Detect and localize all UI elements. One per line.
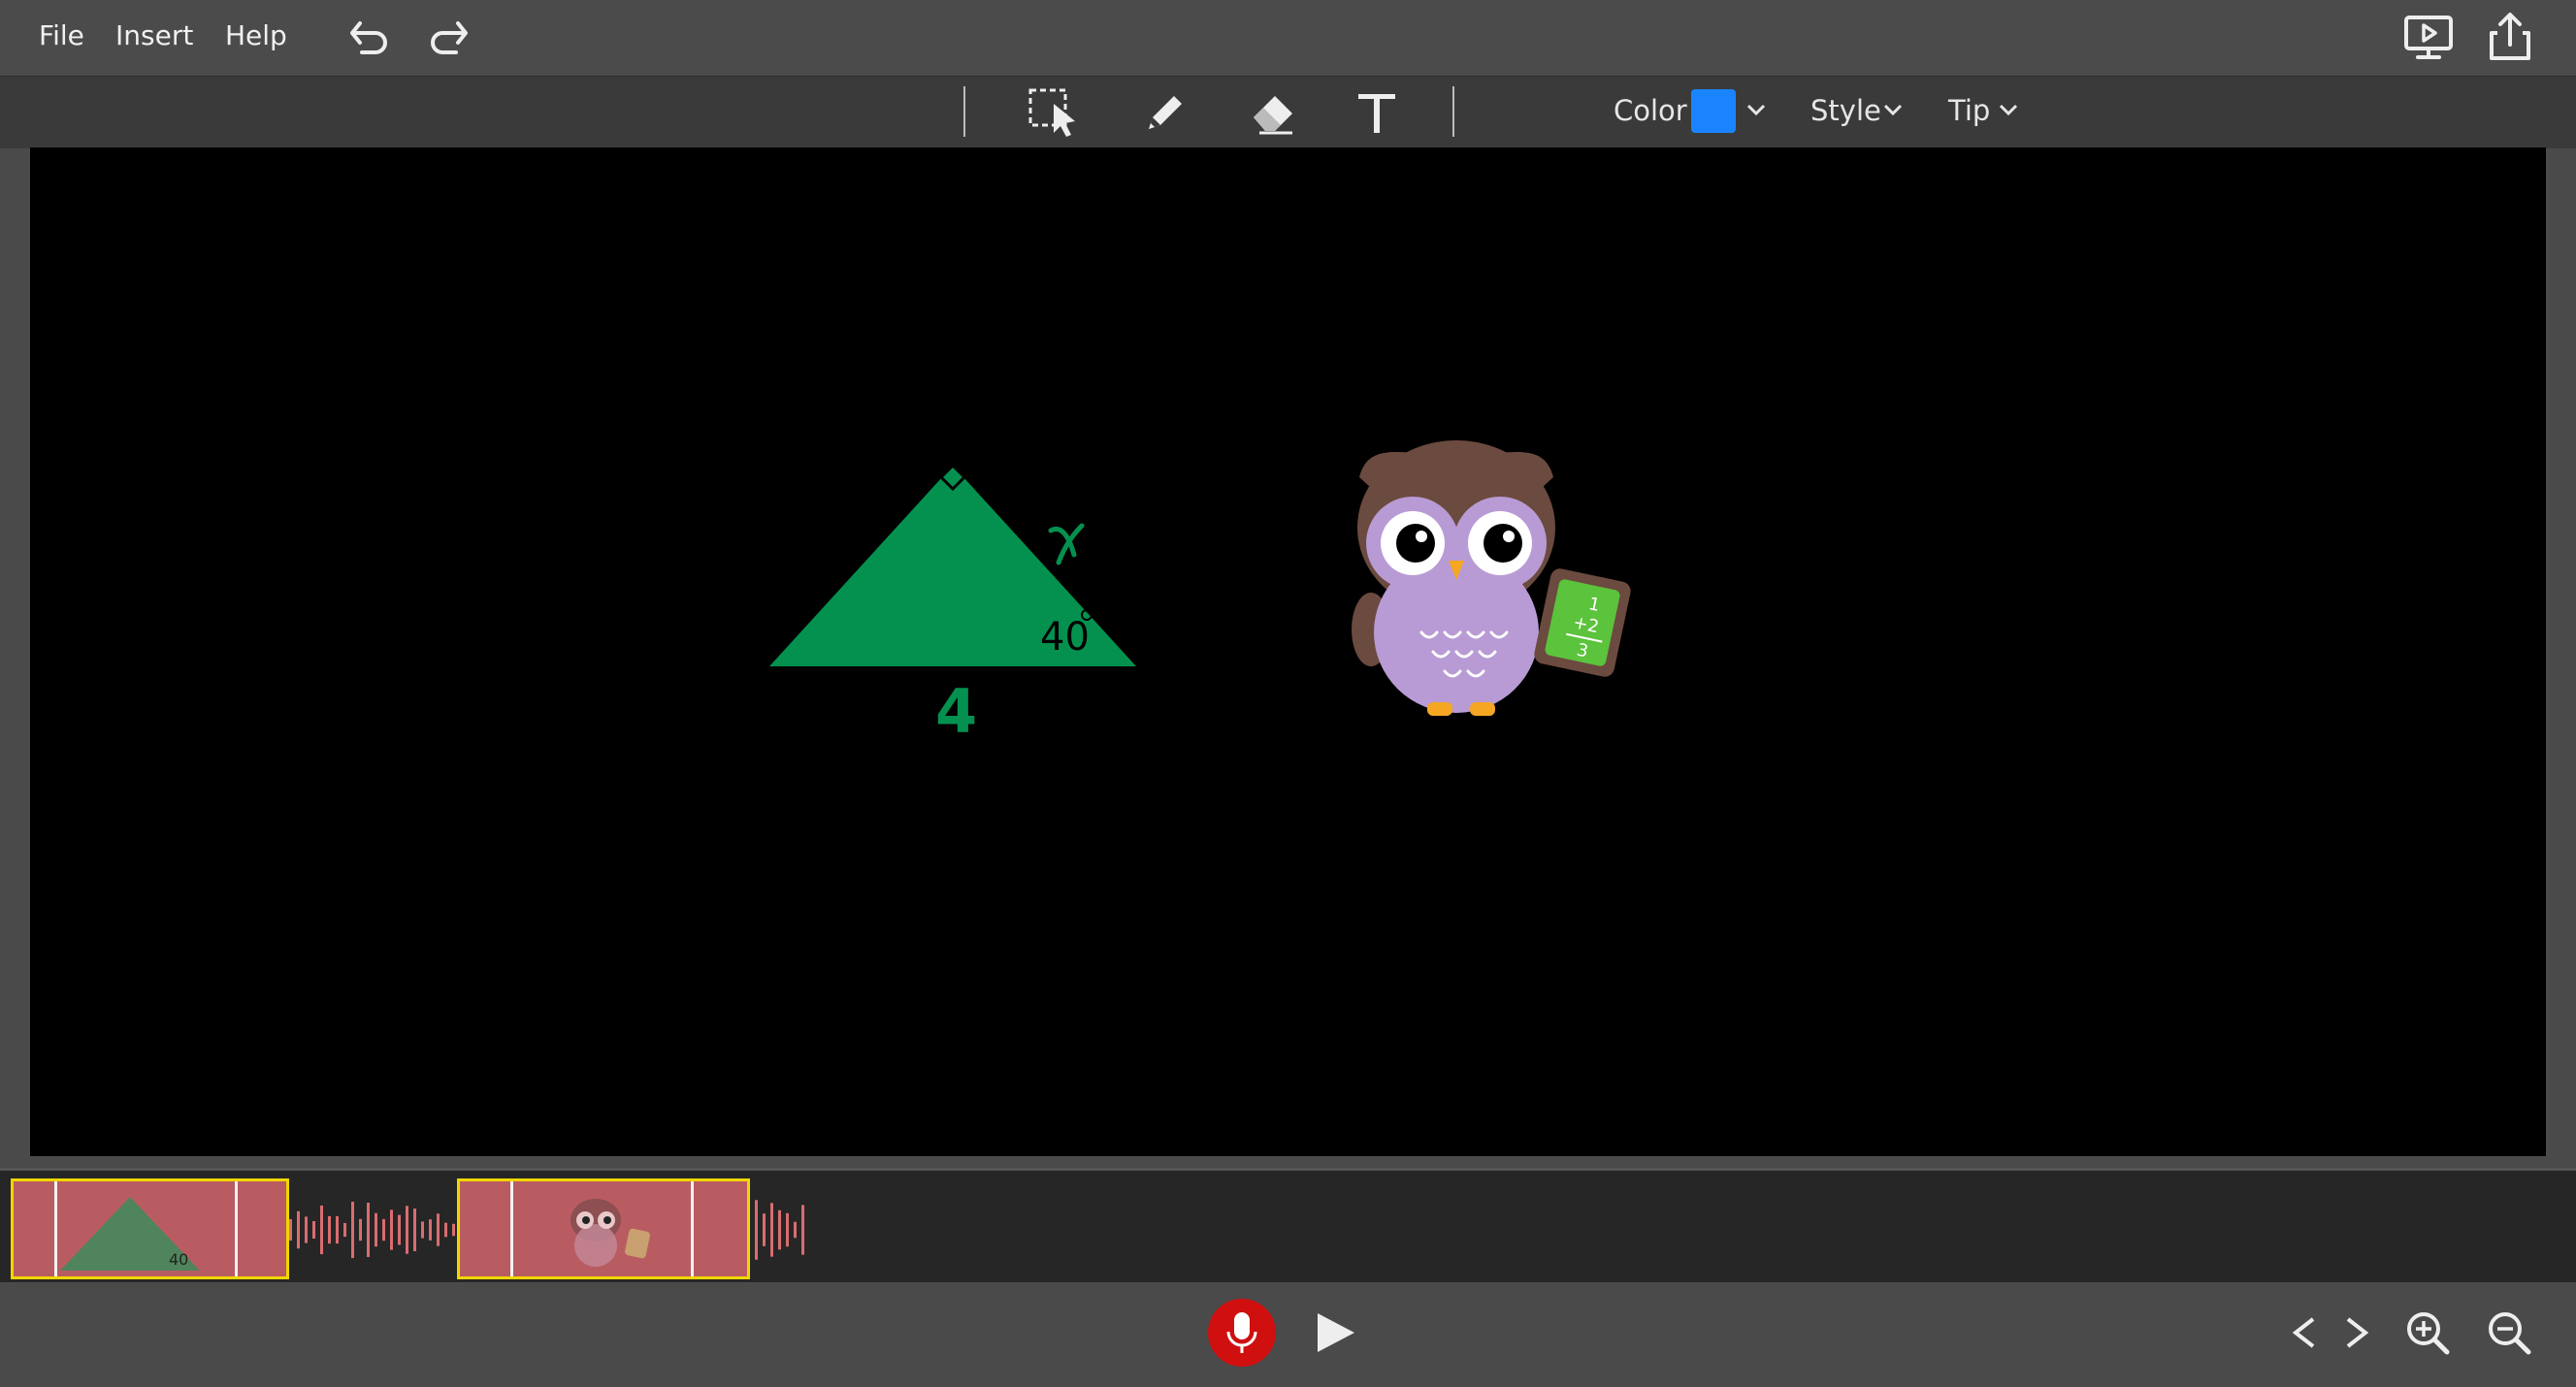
toolbar-divider: [963, 86, 965, 137]
waveform-bar: [406, 1206, 408, 1254]
waveform-bar: [336, 1215, 339, 1244]
waveform-bar: [390, 1210, 393, 1250]
waveform-bar: [328, 1215, 331, 1244]
menu-file[interactable]: File: [39, 19, 84, 51]
chevron-left-icon[interactable]: [2290, 1313, 2319, 1352]
text-icon[interactable]: [1354, 88, 1399, 137]
eraser-icon[interactable]: [1248, 88, 1300, 137]
waveform-bar: [359, 1218, 362, 1242]
chevron-right-icon[interactable]: [2342, 1313, 2371, 1352]
waveform-bar: [421, 1221, 424, 1239]
waveform-bar: [444, 1222, 447, 1238]
color-label[interactable]: Color: [1614, 94, 1687, 127]
waveform-bar: [343, 1222, 346, 1238]
pencil-icon[interactable]: [1141, 88, 1190, 137]
style-dropdown[interactable]: Style: [1810, 94, 1881, 127]
angle-label: 40: [1040, 615, 1090, 660]
owl-sticker[interactable]: 1 +2 3: [1352, 440, 1632, 716]
drawing-canvas[interactable]: 1 +2 3 x 40 4: [30, 147, 2546, 1156]
select-icon[interactable]: [1027, 84, 1083, 141]
base-label: 4: [935, 676, 978, 747]
waveform-bar: [786, 1212, 789, 1247]
waveform-bar: [452, 1223, 455, 1237]
waveform-bar: [763, 1213, 766, 1246]
present-icon[interactable]: [2402, 12, 2457, 62]
waveform-bar: [801, 1205, 804, 1255]
audio-waveform: [17, 1200, 804, 1260]
waveform-bar: [297, 1210, 300, 1249]
menu-bar: File Insert Help: [0, 0, 2576, 76]
chevron-down-icon[interactable]: [1997, 102, 2020, 119]
drawing-toolbar: Color Style Tip: [0, 76, 2576, 148]
timeline-clip-owl[interactable]: [457, 1178, 750, 1279]
waveform-bar: [413, 1209, 416, 1251]
waveform-bar: [755, 1200, 758, 1260]
waveform-bar: [437, 1213, 440, 1246]
waveform-bar: [429, 1219, 432, 1241]
menu-help[interactable]: Help: [225, 19, 287, 51]
waveform-bar: [351, 1201, 354, 1259]
svg-text:40: 40: [169, 1250, 188, 1269]
waveform-bar: [770, 1203, 773, 1257]
zoom-in-icon[interactable]: [2404, 1309, 2451, 1356]
menu-insert[interactable]: Insert: [115, 19, 193, 51]
playback-bar: [0, 1282, 2576, 1387]
play-icon[interactable]: [1314, 1309, 1358, 1356]
redo-icon[interactable]: [425, 16, 472, 58]
timeline-clip-triangle[interactable]: 40: [11, 1178, 289, 1279]
toolbar-divider: [1452, 86, 1454, 137]
audio-timeline[interactable]: 40: [0, 1168, 2576, 1285]
microphone-icon[interactable]: [1208, 1299, 1276, 1367]
zoom-out-icon[interactable]: [2486, 1309, 2532, 1356]
waveform-bar: [375, 1212, 377, 1247]
waveform-bar: [398, 1214, 401, 1245]
chevron-down-icon[interactable]: [1745, 102, 1768, 119]
angle-degree-mark: [1081, 609, 1092, 621]
share-icon[interactable]: [2484, 10, 2538, 64]
waveform-bar: [382, 1218, 385, 1242]
undo-icon[interactable]: [346, 16, 393, 58]
waveform-bar: [367, 1203, 370, 1257]
waveform-bar: [794, 1221, 797, 1239]
waveform-bar: [305, 1216, 308, 1243]
waveform-bar: [289, 1218, 292, 1242]
waveform-bar: [778, 1210, 781, 1250]
chevron-down-icon[interactable]: [1881, 102, 1905, 119]
color-swatch[interactable]: [1691, 89, 1736, 133]
waveform-bar: [320, 1205, 323, 1255]
tip-dropdown[interactable]: Tip: [1948, 94, 1990, 127]
waveform-bar: [312, 1221, 315, 1239]
